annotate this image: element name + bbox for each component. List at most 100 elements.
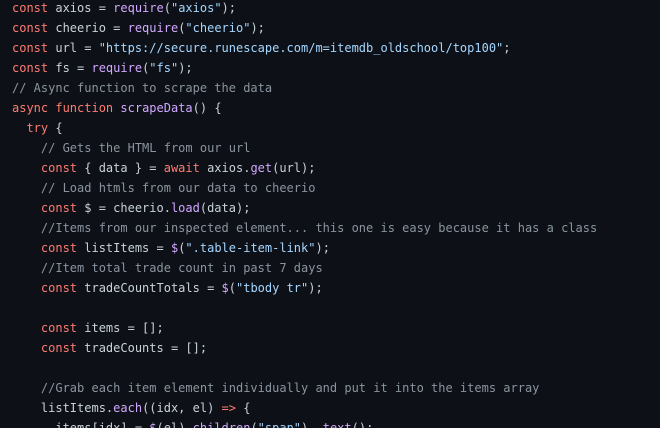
code-line: const fs = require("fs"); [12,58,193,78]
text-token: $ = cheerio. [77,201,171,215]
comment-token: // Load htmls from our data to cheerio [40,181,316,195]
text-token: (url); [272,161,316,175]
text-token: axios. [199,161,251,175]
text-token: ); [221,1,236,15]
text-token: (el). [156,421,193,428]
function-token: $ [149,421,157,428]
code-line: // Load htmls from our data to cheerio [12,178,316,198]
text-token: axios = [48,1,114,15]
code-line: // Async function to scrape the data [12,78,272,98]
text-token: cheerio = [48,21,128,35]
text-token: ); [250,21,265,35]
text-token: listItems. [12,401,114,415]
string-token: "cheerio" [185,21,251,35]
code-line: // Gets the HTML from our url [12,138,251,158]
text-token: tradeCounts = []; [77,341,208,355]
string-token: "tbody tr" [236,281,309,295]
keyword-token: const [12,61,49,75]
text-token: (); [351,421,374,428]
text-token: ((idx, el) [142,401,222,415]
keyword-token: const [40,201,78,215]
function-token: require [91,61,143,75]
function-token: require [127,21,179,35]
function-token: require [113,1,164,15]
function-token: get [250,161,273,175]
function-token: load [170,201,200,215]
text-token: ). [301,421,323,428]
keyword-token: const [40,161,78,175]
text-token: { [48,121,63,135]
text-token: url = [48,41,99,55]
text-token: tradeCountTotals = [77,281,222,295]
text-token: ( [228,281,236,295]
string-token: "axios" [170,1,222,15]
code-line: listItems.each((idx, el) => { [12,398,251,418]
function-token: children [192,421,251,428]
code-line: items[idx] = $(el).children("span"). tex… [12,418,373,428]
comment-token: // Gets the HTML from our url [40,141,251,155]
text-token: { [236,401,251,415]
function-token: $ [221,281,229,295]
string-token: "span" [257,421,302,428]
keyword-token: const [40,281,78,295]
code-line: const axios = require("axios"); [12,0,236,18]
text-token: items[idx] = [12,421,150,428]
keyword-token: try [26,121,49,135]
string-token: "fs" [149,61,179,75]
text-token: ( [250,421,258,428]
function-token: text [322,421,352,428]
string-token: ".table-item-link" [185,241,316,255]
text-token: ); [178,61,193,75]
keyword-token: const [12,1,49,15]
text-token: ); [308,281,323,295]
text-token: listItems = [77,241,171,255]
text-token: items = []; [77,321,164,335]
comment-token: // Async function to scrape the data [12,81,273,95]
function-token: scrapeData [120,101,193,115]
keyword-token: async [12,101,49,115]
code-line: async function scrapeData() { [12,98,222,118]
keyword-token: const [40,241,78,255]
comment-token: //Item total trade count in past 7 days [40,261,323,275]
text-token: ; [503,41,511,55]
text-token: { data } = [77,161,164,175]
comment-token: //Grab each item element individually an… [40,381,540,395]
keyword-token: const [40,341,78,355]
code-line: const tradeCounts = []; [12,338,207,358]
code-line: const items = []; [12,318,164,338]
text-token: ( [163,1,171,15]
code-editor[interactable]: const axios = require("axios"); const che… [0,0,660,428]
code-line: //Grab each item element individually an… [12,378,540,398]
code-line: const $ = cheerio.load(data); [12,198,251,218]
keyword-token: await [163,161,200,175]
string-token: "https://secure.runescape.com/m=itemdb_o… [98,41,504,55]
code-line: const listItems = $(".table-item-link"); [12,238,330,258]
code-line: const tradeCountTotals = $("tbody tr"); [12,278,323,298]
code-line: try { [12,118,63,138]
keyword-token: function [55,101,114,115]
text-token: fs = [48,61,92,75]
code-line: const { data } = await axios.get(url); [12,158,316,178]
keyword-token: const [12,41,49,55]
code-line: const url = "https://secure.runescape.co… [12,38,511,58]
code-line: const cheerio = require("cheerio"); [12,18,265,38]
code-line: //Item total trade count in past 7 days [12,258,323,278]
text-token: ); [315,241,330,255]
comment-token: //Items from our inspected element... th… [40,221,598,235]
function-token: each [113,401,143,415]
code-line: //Items from our inspected element... th… [12,218,597,238]
keyword-token: => [221,401,236,415]
keyword-token: const [40,321,78,335]
